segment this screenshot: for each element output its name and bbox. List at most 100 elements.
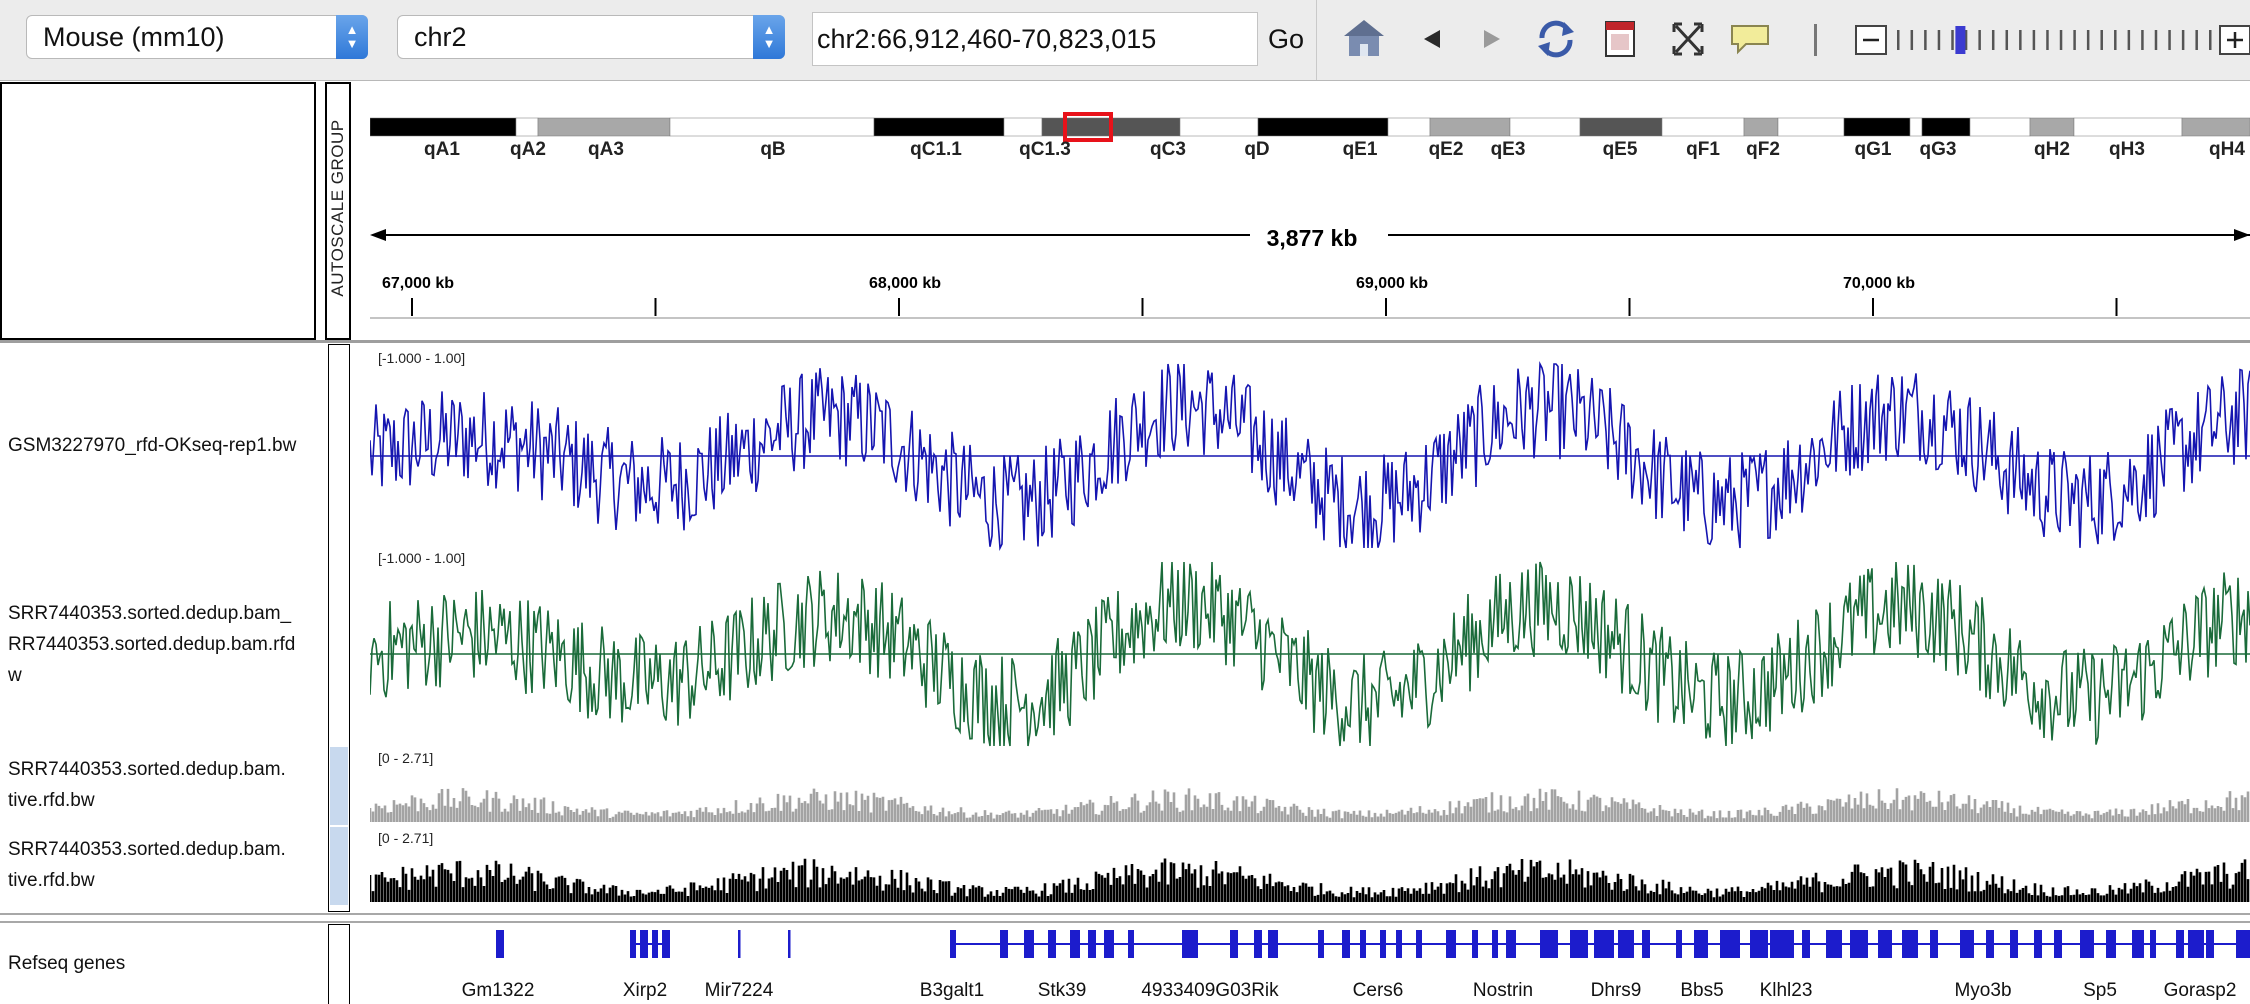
gene-exon: [1770, 930, 1794, 958]
ideogram-band: [1179, 117, 1259, 137]
zoom-tick: [2073, 30, 2076, 50]
ideogram-band: [370, 117, 517, 137]
zoom-tick: [1910, 30, 1914, 50]
coverage-bars-black: [370, 858, 2250, 902]
attribute-cell: [330, 747, 348, 825]
gene-exon: [2206, 930, 2214, 958]
fit-to-window-icon[interactable]: [1664, 14, 1712, 64]
gene-exon: [1878, 930, 1892, 958]
gene-exon: [2106, 930, 2116, 958]
gene-label: Myo3b: [1954, 980, 2011, 1001]
gene-exon: [1446, 930, 1456, 958]
band-label: qC1.1: [910, 139, 962, 160]
gene-exon: [1750, 930, 1768, 958]
back-arrow-icon[interactable]: [1408, 14, 1456, 64]
ideogram-band: [1661, 117, 1745, 137]
gene-exon: [1902, 930, 1918, 958]
ideogram-band: [2029, 117, 2075, 137]
band-label: qG3: [1920, 139, 1957, 160]
data-tracks[interactable]: [370, 344, 2250, 912]
track-name-2[interactable]: SRR7440353.sorted.dedup.bam_ RR7440353.s…: [8, 598, 318, 691]
gene-exon: [1506, 930, 1516, 958]
genome-dropdown[interactable]: Mouse (mm10) ▲ ▼: [26, 15, 368, 59]
home-icon[interactable]: [1340, 14, 1388, 64]
gene-exon: [1930, 930, 1938, 958]
gene-exon: [496, 930, 504, 958]
zoom-tick: [1951, 30, 1954, 50]
track-name-3[interactable]: SRR7440353.sorted.dedup.bam. tive.rfd.bw: [8, 754, 318, 816]
ideogram-band: [1843, 117, 1911, 137]
gene-exon: [1254, 930, 1262, 958]
band-label: qH4: [2209, 139, 2245, 160]
band-label: qF1: [1686, 139, 1720, 160]
ideogram-band: [1909, 117, 1923, 137]
ideogram-band: [1387, 117, 1431, 137]
zoom-tick: [2141, 30, 2144, 50]
attribute-column: [328, 344, 350, 912]
track-name-1[interactable]: GSM3227970_rfd-OKseq-rep1.bw: [8, 430, 318, 461]
gene-exon: [1540, 930, 1558, 958]
gene-exon: [1088, 930, 1096, 958]
chromosome-value: chr2: [414, 22, 467, 52]
name-header-panel: [0, 82, 316, 340]
gene-exon: [1380, 930, 1386, 958]
gene-label: Klhl23: [1760, 980, 1813, 1001]
refseq-track-name[interactable]: Refseq genes: [8, 948, 318, 979]
zoom-tick: [2059, 30, 2063, 50]
ideogram-band: [1921, 117, 1971, 137]
popup-info-icon[interactable]: [1726, 14, 1774, 64]
ideogram-band: [537, 117, 671, 137]
band-label: qE1: [1343, 139, 1378, 160]
gene-label: Gm1322: [462, 980, 535, 1001]
refresh-icon[interactable]: [1532, 14, 1580, 64]
gene-exon: [1826, 930, 1842, 958]
panel-divider: [0, 340, 2250, 343]
gene-label: Cers6: [1353, 980, 1404, 1001]
track-name-4[interactable]: SRR7440353.sorted.dedup.bam. tive.rfd.bw: [8, 834, 318, 896]
ruler-tick-label: 68,000 kb: [869, 275, 941, 292]
span-arrow-right: [2234, 229, 2250, 241]
forward-arrow-icon[interactable]: [1468, 14, 1516, 64]
band-label: qC3: [1150, 139, 1186, 160]
chromosome-dropdown[interactable]: chr2 ▲ ▼: [397, 15, 785, 59]
ideogram-band: [1969, 117, 2031, 137]
gene-exon: [1182, 930, 1198, 958]
gene-exon: [1472, 930, 1478, 958]
ideogram-band: [1579, 117, 1663, 137]
zoom-tick: [2154, 30, 2158, 50]
gene-label: Mir7224: [705, 980, 774, 1001]
gene-exon: [1318, 930, 1324, 958]
gene-exon: [652, 930, 658, 958]
chromosome-dropdown-arrow-icon[interactable]: ▲ ▼: [753, 15, 785, 59]
gene-exon: [1024, 930, 1034, 958]
zoom-tick: [2086, 30, 2090, 50]
zoom-tick: [2209, 30, 2212, 50]
ideogram-band: [1743, 117, 1779, 137]
gene-exon: [1960, 930, 1974, 958]
gene-exon: [1720, 930, 1740, 958]
zoom-slider[interactable]: [1854, 20, 2250, 60]
gene-exon: [1230, 930, 1238, 958]
attribute-cell: [330, 827, 348, 905]
region-of-interest-icon[interactable]: [1596, 14, 1644, 64]
go-button[interactable]: Go: [1262, 12, 1310, 66]
gene-exon: [2034, 930, 2042, 958]
gene-label: B3galt1: [920, 980, 984, 1001]
genome-dropdown-arrow-icon[interactable]: ▲ ▼: [336, 15, 368, 59]
chromosome-ideogram[interactable]: qA1 qA2 qA3 qB qC1.1 qC1.3 qC3 qD qE1 qE2 qE3 qE5 qF…: [370, 110, 2250, 162]
ideogram-band: [1777, 117, 1845, 137]
gene-label: Nostrin: [1473, 980, 1533, 1001]
attribute-column: [328, 924, 350, 1004]
gene-label: Bbs5: [1680, 980, 1723, 1001]
autoscale-group-label: AUTOSCALE GROUP: [328, 119, 347, 297]
locus-input[interactable]: chr2:66,912,460-70,823,015: [812, 12, 1258, 66]
zoom-tick: [1991, 30, 1995, 50]
gene-exon: [1676, 930, 1682, 958]
zoom-tick: [2181, 30, 2185, 50]
refseq-genes-track[interactable]: Gm1322 Xirp2 Mir7224 B3galt1 Stk39 4933409G03…: [370, 924, 2250, 1004]
band-label: qE5: [1603, 139, 1638, 160]
ruler[interactable]: 3,877 kb 67,000 kb 68,000 kb 69,000 kb 70,00…: [370, 180, 2250, 340]
ideogram-band: [1429, 117, 1511, 137]
ideogram-band: [2073, 117, 2183, 137]
band-label: qA1: [424, 139, 460, 160]
